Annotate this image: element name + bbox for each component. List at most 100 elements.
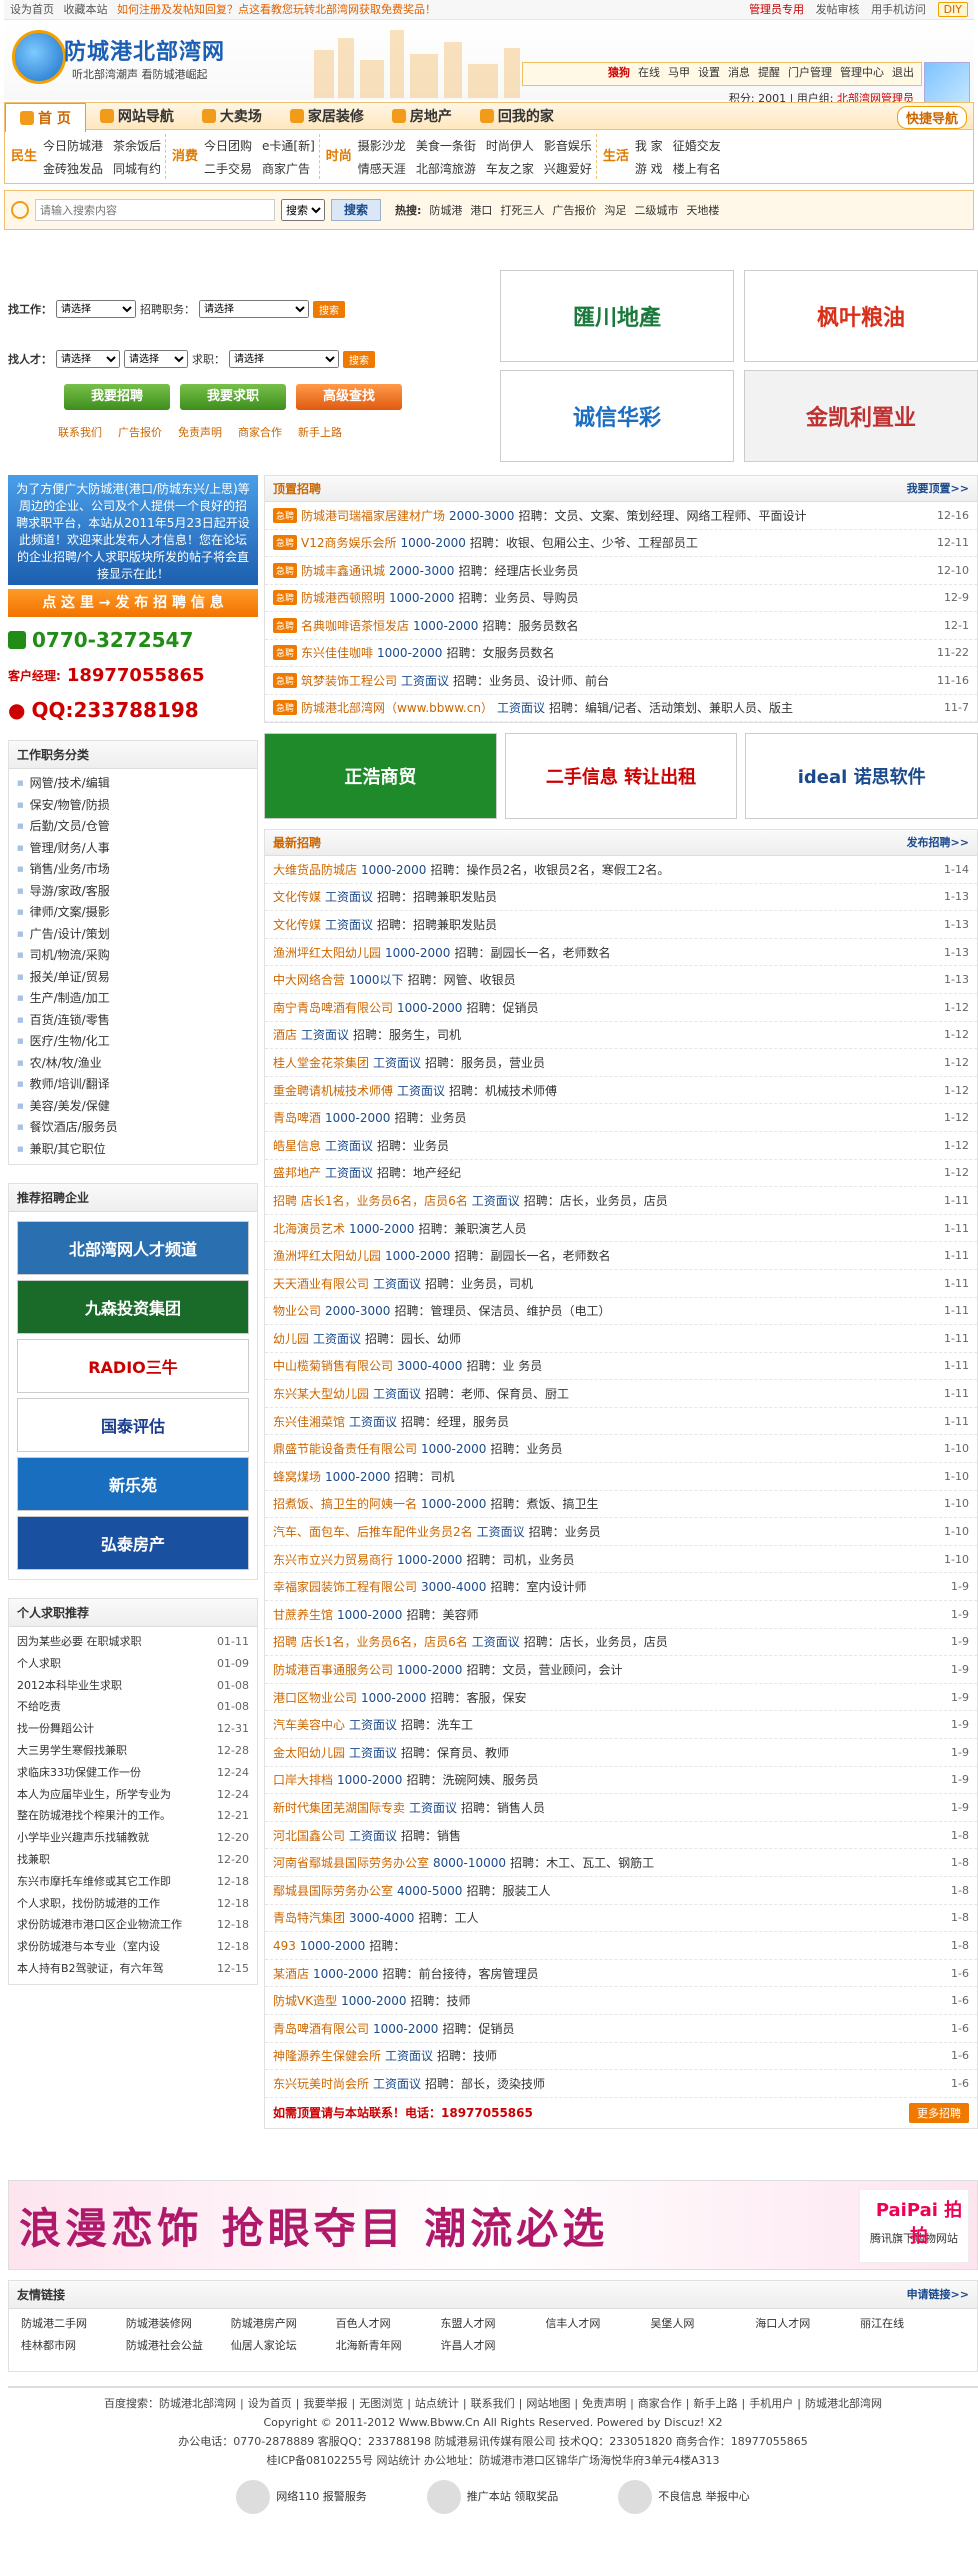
list-item[interactable]: 小学毕业兴趣声乐找辅教就 12-20: [17, 1827, 249, 1849]
footer-link[interactable]: 防城港北部湾网: [805, 2397, 882, 2410]
footer-link[interactable]: 站点统计: [415, 2397, 459, 2410]
table-row[interactable]: 急聘 名典咖啡语茶恒发店 1000-2000 招聘：服务员数名 12-1: [265, 612, 977, 640]
channel-link[interactable]: 游 戏: [635, 160, 663, 177]
table-row[interactable]: 渔洲坪红太阳幼儿园 1000-2000 招聘：副园长一名，老师数名 1-11: [265, 1242, 977, 1270]
seek-title[interactable]: 本人为应届毕业生，所学专业为: [17, 1784, 171, 1806]
ad-huichuan[interactable]: 匯川地產: [500, 270, 734, 362]
list-item[interactable]: 找兼职 12-20: [17, 1849, 249, 1871]
table-row[interactable]: 蜂窝煤场 1000-2000 招聘：司机 1-10: [265, 1463, 977, 1491]
company-link[interactable]: 汽车、面包车、后推车配件业务员2名: [273, 1525, 473, 1539]
company-link[interactable]: 天天酒业有限公司: [273, 1277, 369, 1291]
table-row[interactable]: 大维货品防城店 1000-2000 招聘：操作员2名，收银员2名，寒假工2名。 1-1…: [265, 856, 977, 884]
mobile-link[interactable]: 用手机访问: [871, 3, 926, 16]
company-link[interactable]: 物业公司: [273, 1304, 321, 1318]
channel-link[interactable]: 车友之家: [486, 160, 534, 177]
seek-title[interactable]: 本人持有B2驾驶证，有六年驾: [17, 1958, 164, 1980]
channel-link[interactable]: 时尚伊人: [486, 137, 534, 154]
company-link[interactable]: 493: [273, 1939, 296, 1953]
category-item[interactable]: 报关/单证/贸易: [17, 967, 249, 989]
seek-title[interactable]: 个人求职，找份防城港的工作: [17, 1893, 160, 1915]
table-row[interactable]: 河南省鄢城县国际劳务办公室 8000-10000 招聘：木工、瓦工、钢筋工 1-8: [265, 1849, 977, 1877]
table-row[interactable]: 急聘 东兴佳佳咖啡 1000-2000 招聘：女服务员数名 11-22: [265, 640, 977, 667]
bookmark-link[interactable]: 收藏本站: [64, 3, 108, 16]
table-row[interactable]: 鼎盛节能设备责任有限公司 1000-2000 招聘：业务员 1-10: [265, 1435, 977, 1464]
qq-contact[interactable]: ● QQ:233788198: [8, 698, 258, 722]
company-link[interactable]: 港口区物业公司: [273, 1691, 357, 1705]
category-item[interactable]: 餐饮酒店/服务员: [17, 1117, 249, 1139]
channel-link[interactable]: 美食一条街: [416, 137, 476, 154]
nav-home[interactable]: 首 页: [5, 102, 86, 132]
corp-logo[interactable]: 国泰评估: [17, 1398, 249, 1452]
cooperation-link[interactable]: 商家合作: [238, 424, 282, 440]
channel-link[interactable]: 同城有约: [113, 160, 161, 177]
site-logo[interactable]: 防城港北部湾网 听北部湾潮声 看防城港崛起: [12, 30, 242, 90]
footer-link[interactable]: 联系我们: [471, 2397, 515, 2410]
category-item[interactable]: 兼职/其它职位: [17, 1139, 249, 1161]
footer-link[interactable]: 商家合作: [638, 2397, 682, 2410]
footer-link[interactable]: 免责声明: [582, 2397, 626, 2410]
review-link[interactable]: 发帖审核: [816, 3, 860, 16]
table-row[interactable]: 酒店 工资面议 招聘：服务生，司机 1-12: [265, 1022, 977, 1050]
company-link[interactable]: 酒店: [273, 1028, 297, 1042]
company-link[interactable]: 河南省鄢城县国际劳务办公室: [273, 1856, 429, 1870]
table-row[interactable]: 急聘 V12商务娱乐会所 1000-2000 招聘：收银、包厢公主、少爷、工程部员工 1…: [265, 530, 977, 557]
company-link[interactable]: 蜂窝煤场: [273, 1470, 321, 1484]
table-row[interactable]: 河北国鑫公司 工资面议 招聘：销售 1-8: [265, 1822, 977, 1850]
more-jobs-button[interactable]: 更多招聘: [909, 2102, 969, 2123]
channel-link[interactable]: 兴趣爱好: [544, 160, 592, 177]
seek-title[interactable]: 不给吃责: [17, 1696, 61, 1718]
post-recruit-button[interactable]: 点 这 里 → 发 布 招 聘 信 息: [8, 589, 258, 617]
list-item[interactable]: 不给吃责 01-08: [17, 1696, 249, 1718]
friend-link[interactable]: 桂林都市网: [21, 2337, 126, 2353]
table-row[interactable]: 东兴玩美时尚会所 工资面议 招聘：部长，烫染技师 1-6: [265, 2070, 977, 2098]
company-link[interactable]: 南宁青岛啤酒有限公司: [273, 1001, 393, 1015]
corp-logo[interactable]: 九森投资集团: [17, 1280, 249, 1334]
category-item[interactable]: 导游/家政/客服: [17, 881, 249, 903]
category-item[interactable]: 网管/技术/编辑: [17, 773, 249, 795]
table-row[interactable]: 青岛特汽集团 3000-4000 招聘：工人 1-8: [265, 1905, 977, 1933]
list-item[interactable]: 整在防城港找个榨果汁的工作。 12-21: [17, 1805, 249, 1827]
quick-nav-button[interactable]: 快捷导航: [896, 106, 967, 129]
search-input[interactable]: [35, 199, 275, 221]
company-link[interactable]: 招聘 店长1名，业务员6名，店员6名: [273, 1194, 468, 1208]
paipai-ad[interactable]: PaiPai 拍拍 腾讯旗下购物网站: [859, 2189, 969, 2263]
company-link[interactable]: 渔洲坪红太阳幼儿园: [273, 1249, 381, 1263]
corp-logo[interactable]: 新乐苑: [17, 1457, 249, 1511]
search-type-select[interactable]: 搜索: [281, 199, 325, 221]
channel-link[interactable]: 北部湾旅游: [416, 160, 476, 177]
report-badge[interactable]: 不良信息 举报中心: [618, 2480, 750, 2514]
friend-link[interactable]: 防城港装修网: [126, 2315, 231, 2331]
table-row[interactable]: 甘蔗养生馆 1000-2000 招聘：美容师 1-9: [265, 1601, 977, 1629]
list-item[interactable]: 个人求职，找份防城港的工作 12-18: [17, 1893, 249, 1915]
table-row[interactable]: 重金聘请机械技术师傅 工资面议 招聘：机械技术师傅 1-12: [265, 1077, 977, 1105]
ad-price-link[interactable]: 广告报价: [118, 424, 162, 440]
table-row[interactable]: 急聘 防城港司瑞福家居建材广场 2000-3000 招聘：文员、文案、策划经理、网络工…: [265, 502, 977, 530]
list-item[interactable]: 大三男学生寒假找兼职 12-28: [17, 1740, 249, 1762]
channel-link[interactable]: 影音娱乐: [544, 137, 592, 154]
hot-link[interactable]: 防城港: [429, 202, 462, 218]
police-badge[interactable]: 网络110 报警服务: [236, 2480, 367, 2514]
search-button[interactable]: 搜索: [331, 199, 382, 221]
table-row[interactable]: 493 1000-2000 招聘： 1-8: [265, 1932, 977, 1960]
list-item[interactable]: 东兴市摩托车维修或其它工作即 12-18: [17, 1871, 249, 1893]
footer-link[interactable]: 新手上路: [694, 2397, 738, 2410]
table-row[interactable]: 防城港百事通服务公司 1000-2000 招聘：文员，营业顾问，会计 1-9: [265, 1656, 977, 1684]
ad-chengxin[interactable]: 诚信华彩: [500, 370, 734, 462]
ad-fengye[interactable]: 枫叶粮油: [744, 270, 978, 362]
table-row[interactable]: 招煮饭、搞卫生的阿姨一名 1000-2000 招聘：煮饭、搞卫生 1-10: [265, 1491, 977, 1519]
hot-link[interactable]: 广告报价: [552, 202, 596, 218]
company-link[interactable]: 中大网络合营: [273, 973, 345, 987]
ad-ideal[interactable]: ideal 诺思软件: [745, 733, 978, 819]
company-link[interactable]: 北海演员艺术: [273, 1222, 345, 1236]
disclaimer-link[interactable]: 免责声明: [178, 424, 222, 440]
footer-link[interactable]: 设为首页: [248, 2397, 292, 2410]
channel-link[interactable]: 楼上有名: [673, 160, 721, 177]
seek-job-button[interactable]: 我要求职: [180, 384, 286, 410]
table-row[interactable]: 南宁青岛啤酒有限公司 1000-2000 招聘：促销员 1-12: [265, 994, 977, 1022]
seek-title[interactable]: 东兴市摩托车维修或其它工作即: [17, 1871, 171, 1893]
table-row[interactable]: 青岛啤酒有限公司 1000-2000 招聘：促销员 1-6: [265, 2015, 977, 2043]
hot-link[interactable]: 二级城市: [634, 202, 678, 218]
company-link[interactable]: 防城港司瑞福家居建材广场: [301, 509, 445, 523]
user-menu-admin[interactable]: 管理中心: [840, 64, 884, 80]
talent-search-go-button[interactable]: 搜索: [343, 350, 375, 368]
